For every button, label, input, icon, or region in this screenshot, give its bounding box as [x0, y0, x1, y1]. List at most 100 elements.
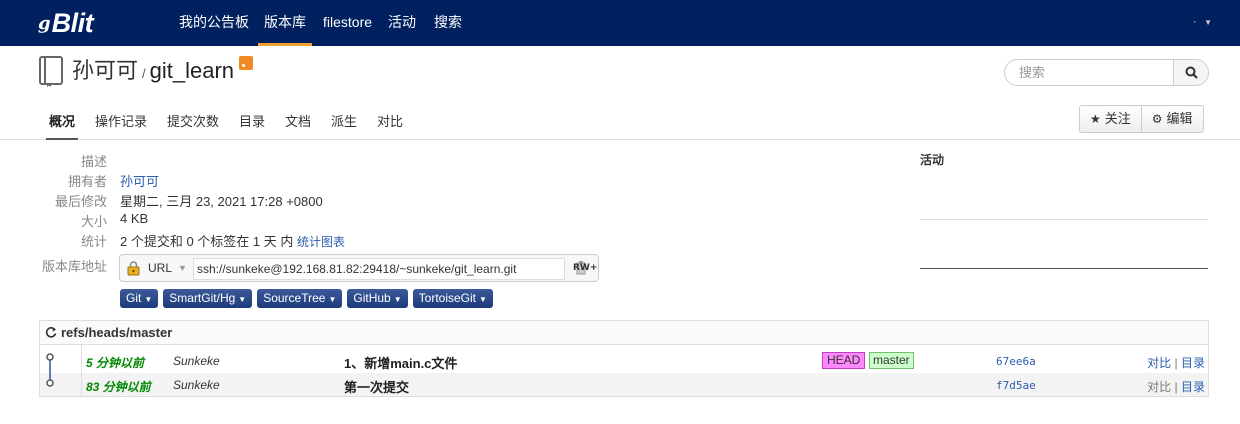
refresh-icon	[45, 327, 57, 338]
link-divider: |	[1174, 380, 1178, 394]
client-github-button[interactable]: GitHub ▼	[347, 289, 408, 308]
chevron-down-icon: ▼	[178, 263, 187, 273]
permission-badge: RW+	[573, 263, 598, 273]
search-icon	[1185, 66, 1198, 79]
activity-chart-axis	[920, 268, 1208, 269]
size-label: 大小	[80, 214, 107, 229]
activity-chart-gridline	[920, 219, 1208, 220]
gear-icon: ⚙	[1151, 112, 1163, 126]
compare-link[interactable]: 对比	[1147, 356, 1171, 370]
book-icon	[39, 56, 63, 87]
chevron-down-icon: ▼	[328, 295, 337, 304]
commit-log: refs/heads/master 5 分钟以前 Sunkeke 1、新增mai…	[39, 320, 1209, 397]
commit-hash-link[interactable]: f7d5ae	[996, 379, 1036, 392]
edit-label: 编辑	[1166, 111, 1193, 126]
commit-row: 83 分钟以前 Sunkeke 第一次提交 f7d5ae 对比 | 目录	[40, 373, 1208, 396]
client-buttons: Git ▼ SmartGit/Hg ▼ SourceTree ▼ GitHub ▼ To…	[120, 289, 493, 308]
size-value: 4 KB	[120, 211, 149, 226]
commit-node	[46, 353, 54, 361]
tab-commits[interactable]: 提交次数	[167, 111, 219, 130]
nav-item-search[interactable]: 搜索	[434, 0, 462, 46]
tab-tree[interactable]: 目录	[239, 111, 265, 130]
search-input[interactable]	[1005, 60, 1175, 85]
commit-author[interactable]: Sunkeke	[173, 378, 220, 392]
tree-link[interactable]: 目录	[1181, 380, 1205, 394]
commit-message[interactable]: 第一次提交	[344, 377, 409, 396]
user-menu[interactable]: · ▼	[1193, 14, 1212, 28]
commit-hash-link[interactable]: 67ee6a	[996, 355, 1036, 368]
client-tortoisegit-label: TortoiseGit	[418, 291, 477, 305]
client-git-button[interactable]: Git ▼	[120, 289, 159, 308]
chevron-down-icon: ▼	[144, 295, 153, 304]
client-github-label: GitHub	[353, 291, 391, 305]
nav-item-dashboard[interactable]: 我的公告板	[179, 0, 249, 46]
chevron-down-icon: ▼	[479, 295, 487, 304]
modified-value: 星期二, 三月 23, 2021 17:28 +0800	[120, 194, 323, 209]
repo-separator: /	[142, 66, 146, 81]
log-header: refs/heads/master	[40, 321, 1208, 345]
top-navbar: g Blit 我的公告板 版本库 filestore 活动 搜索 · ▼	[0, 0, 1240, 46]
head-ref-badge[interactable]: HEAD	[822, 352, 866, 369]
gitblit-logo[interactable]: g Blit	[38, 7, 94, 39]
repo-tabs: 概况 操作记录 提交次数 目录 文档 派生 对比	[0, 100, 1240, 140]
nav-item-activity[interactable]: 活动	[388, 0, 416, 46]
commit-message[interactable]: 1、新增main.c文件	[344, 353, 457, 372]
user-menu-dot: ·	[1192, 14, 1197, 28]
repo-title: 孙可可 / git_learn	[72, 53, 254, 85]
tab-forks[interactable]: 派生	[331, 111, 357, 130]
tree-link[interactable]: 目录	[1181, 356, 1205, 370]
edit-button[interactable]: ⚙ 编辑	[1140, 106, 1203, 132]
watch-label: 关注	[1104, 111, 1131, 126]
tab-docs[interactable]: 文档	[285, 111, 311, 130]
commit-author[interactable]: Sunkeke	[173, 354, 220, 368]
repo-actions: ★ 关注 ⚙ 编辑	[1079, 105, 1204, 133]
repo-owner-link[interactable]: 孙可可	[72, 53, 138, 85]
search-box	[1004, 59, 1209, 86]
logo-mark: g	[38, 12, 51, 34]
rss-icon[interactable]	[239, 56, 254, 70]
client-sourcetree-label: SourceTree	[263, 291, 326, 305]
branch-ref-badge[interactable]: master	[869, 352, 914, 369]
repo-name-link[interactable]: git_learn	[150, 58, 234, 84]
compare-link[interactable]: 对比	[1147, 380, 1171, 394]
modified-label: 最后修改	[54, 194, 107, 209]
activity-heading: 活动	[920, 153, 945, 167]
stats-value: 2 个提交和 0 个标签在 1 天 内	[120, 234, 294, 249]
chevron-down-icon: ▼	[238, 295, 247, 304]
stats-label: 统计	[80, 234, 107, 249]
commit-row: 5 分钟以前 Sunkeke 1、新增main.c文件 HEAD master …	[40, 349, 1208, 372]
description-label: 描述	[80, 154, 107, 169]
clone-url-field[interactable]: ssh://sunkeke@192.168.81.82:29418/~sunke…	[193, 258, 565, 280]
logo-text: Blit	[51, 7, 94, 38]
owner-link[interactable]: 孙可可	[120, 171, 159, 190]
client-sourcetree-button[interactable]: SourceTree ▼	[257, 289, 343, 308]
client-git-label: Git	[126, 291, 142, 305]
commit-node	[46, 379, 54, 387]
chevron-down-icon: ▼	[1204, 18, 1212, 27]
commit-links: 对比 | 目录	[1147, 354, 1205, 371]
nav-item-filestore[interactable]: filestore	[323, 0, 372, 46]
repo-url-label: 版本库地址	[41, 259, 107, 274]
star-icon: ★	[1090, 112, 1101, 126]
client-smartgit-button[interactable]: SmartGit/Hg ▼	[163, 289, 253, 308]
client-tortoisegit-button[interactable]: TortoiseGit ▼	[412, 289, 493, 308]
search-button[interactable]	[1173, 60, 1208, 85]
owner-label: 拥有者	[67, 174, 107, 189]
client-smartgit-label: SmartGit/Hg	[169, 291, 236, 305]
commit-time: 83 分钟以前	[86, 380, 151, 394]
commit-graph-svg	[46, 353, 54, 387]
stats-chart-link[interactable]: 统计图表	[297, 235, 345, 249]
log-ref-name[interactable]: refs/heads/master	[61, 325, 172, 340]
link-divider: |	[1174, 356, 1178, 370]
lock-icon	[127, 261, 140, 276]
nav-item-repositories[interactable]: 版本库	[258, 0, 312, 46]
tab-summary[interactable]: 概况	[45, 111, 79, 140]
clone-url-box: URL ▼ ssh://sunkeke@192.168.81.82:29418/…	[119, 254, 599, 282]
watch-button[interactable]: ★ 关注	[1080, 106, 1141, 132]
tab-compare[interactable]: 对比	[377, 111, 403, 130]
chevron-down-icon: ▼	[393, 295, 402, 304]
commit-time: 5 分钟以前	[86, 356, 145, 370]
commit-links: 对比 | 目录	[1147, 378, 1205, 395]
tab-reflog[interactable]: 操作记录	[95, 111, 147, 130]
protocol-select[interactable]: URL	[148, 261, 172, 275]
